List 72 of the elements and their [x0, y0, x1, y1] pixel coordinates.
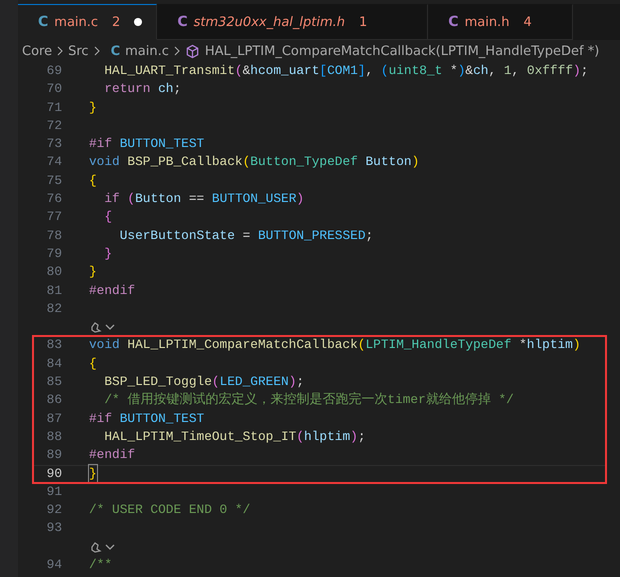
line-number: 70 [46, 80, 62, 98]
line-number: 72 [46, 116, 62, 135]
line-number: 86 [46, 391, 62, 410]
chevron-icon [174, 46, 180, 56]
line-number: 90 [46, 464, 62, 483]
code-line: BSP_LED_Toggle(LED_GREEN); [103, 373, 304, 392]
code-line: HAL_LPTIM_TimeOut_Stop_IT(hlptim); [103, 428, 366, 446]
code-line: #if BUTTON_TEST [89, 410, 204, 428]
line-number: 79 [46, 244, 62, 263]
breadcrumb-item[interactable]: Src [68, 44, 89, 58]
line-number: 75 [46, 172, 62, 190]
line-number: 80 [46, 263, 62, 282]
breadcrumb-item[interactable]: HAL_LPTIM_CompareMatchCallback(LPTIM_HandleTypeDef *) [204, 44, 600, 58]
code-line: void HAL_LPTIM_CompareMatchCallback(LPTIM_HandleTypeDef *hlptim) [89, 336, 581, 354]
line-number: 71 [46, 98, 62, 117]
code-comment: /** [89, 556, 112, 574]
unsaved-dot-icon[interactable] [134, 18, 142, 26]
c-file-icon: C [448, 14, 459, 30]
line-number: 74 [46, 153, 62, 172]
editor-tab[interactable]: C main.h 4 [428, 4, 573, 40]
code-line: #endif [89, 282, 136, 300]
c-file-icon: C [110, 44, 120, 58]
line-number: 77 [46, 208, 62, 226]
code-line: } [89, 464, 97, 483]
line-number: 83 [46, 336, 62, 354]
line-number: 89 [46, 446, 62, 464]
code-line: UserButtonState = BUTTON_PRESSED; [118, 226, 374, 245]
breadcrumb-item[interactable]: Core [22, 44, 52, 58]
c-file-icon: C [38, 14, 48, 30]
code-line: HAL_UART_Transmit(&hcom_uart[COM1], (uint8_t *)&ch, 1, 0xffff); [103, 62, 588, 80]
line-number: 91 [46, 482, 62, 501]
c-file-icon: C [177, 14, 188, 30]
line-number: 81 [46, 282, 62, 300]
code-line: if (Button == BUTTON_USER) [103, 190, 304, 208]
editor-tab[interactable]: C stm32u0xx_hal_lptim.h 1 [157, 4, 428, 40]
line-number: 87 [46, 410, 62, 428]
line-number: 78 [46, 226, 62, 245]
line-number: 84 [46, 354, 62, 373]
code-line: #endif [89, 446, 136, 464]
code-line: { [103, 208, 112, 226]
code-line: void BSP_PB_Callback(Button_TypeDef Button) [89, 153, 420, 172]
line-number: 94 [46, 556, 62, 574]
code-line: { [89, 172, 97, 190]
code-comment: /* USER CODE END 0 */ [89, 501, 250, 520]
tab-label: stm32u0xx_hal_lptim.h [194, 14, 346, 30]
line-number: 93 [46, 519, 62, 538]
problem-count: 1 [359, 14, 368, 30]
editor-tab[interactable]: C main.c 2 [18, 4, 158, 40]
line-number: 92 [46, 501, 62, 520]
problem-count: 2 [112, 14, 120, 30]
line-number: 73 [46, 135, 62, 154]
code-comment: /* 借用按键测试的宏定义，来控制是否跑完一次timer就给他停掉 */ [103, 391, 514, 410]
chevron-icon [94, 46, 100, 56]
line-number: 76 [46, 190, 62, 208]
tab-label: main.h [464, 14, 510, 30]
breadcrumb-item[interactable]: main.c [125, 44, 169, 58]
line-number: 88 [46, 428, 62, 446]
line-number: 82 [46, 300, 62, 318]
problem-count: 4 [523, 14, 532, 30]
code-line: { [89, 354, 97, 373]
sparkle-chevron-icon[interactable] [89, 540, 117, 554]
code-line: } [89, 263, 97, 282]
cube-icon [184, 44, 200, 58]
code-line: return ch; [103, 80, 182, 98]
chevron-icon [57, 46, 64, 56]
code-line: } [103, 244, 112, 263]
line-number: 69 [46, 62, 62, 80]
code-line: } [89, 98, 97, 117]
line-number: 85 [46, 373, 62, 392]
sparkle-chevron-icon[interactable] [89, 320, 117, 334]
code-line: #if BUTTON_TEST [89, 135, 204, 154]
tab-label: main.c [54, 14, 98, 30]
